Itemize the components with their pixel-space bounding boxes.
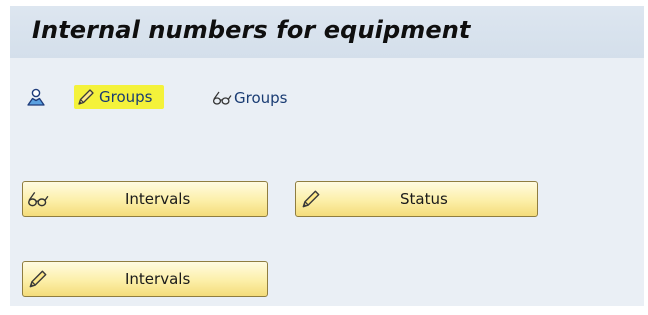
- change-groups-button[interactable]: Groups: [74, 85, 165, 109]
- application-toolbar: Groups Groups: [10, 58, 644, 126]
- other-user-button[interactable]: [26, 87, 46, 107]
- change-status-button[interactable]: Status: [295, 181, 538, 217]
- glasses-icon: [212, 91, 232, 105]
- change-intervals-button[interactable]: Intervals: [22, 261, 268, 297]
- user-icon: [27, 88, 45, 106]
- display-groups-label: Groups: [234, 89, 288, 107]
- page-title: Internal numbers for equipment: [32, 16, 471, 44]
- title-bar: Internal numbers for equipment: [10, 6, 644, 58]
- glasses-icon: [28, 192, 49, 207]
- change-intervals-label: Intervals: [125, 270, 191, 288]
- display-intervals-button[interactable]: Intervals: [22, 181, 268, 217]
- display-groups-button[interactable]: Groups: [212, 87, 287, 109]
- pencil-icon: [78, 89, 94, 105]
- change-status-label: Status: [400, 190, 448, 208]
- pencil-icon: [302, 190, 320, 208]
- change-groups-label: Groups: [99, 88, 153, 106]
- pencil-icon: [29, 270, 47, 288]
- main-window: Internal numbers for equipment Groups Gr…: [10, 6, 644, 306]
- display-intervals-label: Intervals: [125, 190, 191, 208]
